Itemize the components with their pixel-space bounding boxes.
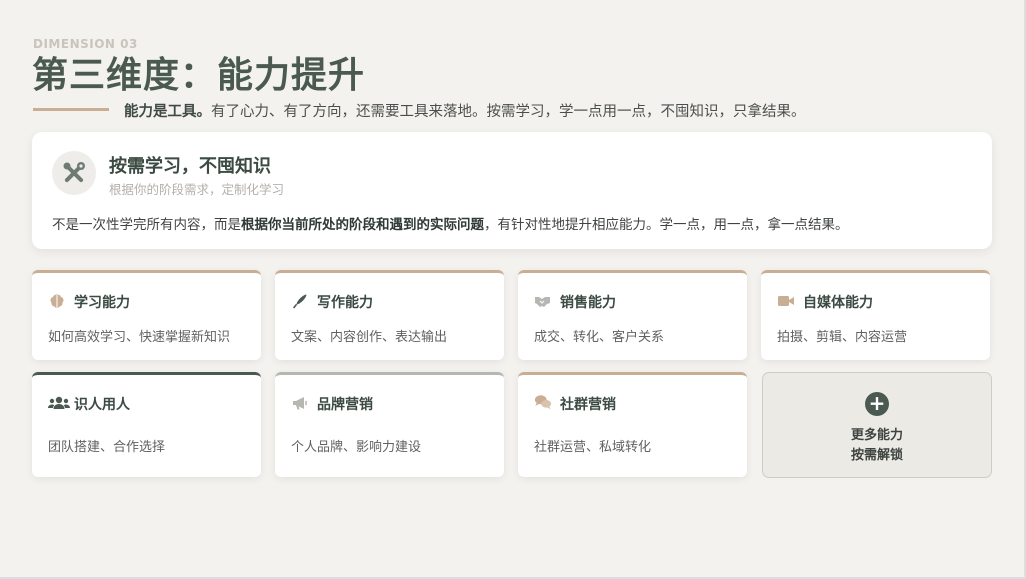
card-brand[interactable]: 品牌营销 个人品牌、影响力建设 — [275, 372, 504, 477]
page-title: 第三维度：能力提升 — [32, 55, 366, 96]
card-people[interactable]: 识人用人 团队搭建、合作选择 — [32, 372, 261, 477]
card-title: 写作能力 — [317, 295, 373, 311]
users-icon — [48, 394, 70, 412]
card-description: 文案、内容创作、表达输出 — [291, 330, 448, 345]
card-self-media[interactable]: 自媒体能力 拍摄、剪辑、内容运营 — [761, 270, 990, 360]
title-accent-rule — [33, 108, 109, 111]
lead-rest: 有了心力、有了方向，还需要工具来落地。按需学习，学一点用一点，不囤知识，只拿结果… — [211, 104, 806, 120]
card-title: 学习能力 — [74, 295, 130, 311]
card-description: 个人品牌、影响力建设 — [291, 440, 422, 455]
card-community[interactable]: 社群营销 社群运营、私域转化 — [518, 372, 747, 477]
more-line-1: 更多能力 — [850, 428, 903, 443]
card-title: 识人用人 — [74, 397, 130, 413]
brain-icon — [48, 292, 66, 310]
hero-body-part-1: 不是一次性学完所有内容，而是 — [52, 217, 241, 233]
card-title: 社群营销 — [560, 397, 616, 413]
lead-text: 能力是工具。有了心力、有了方向，还需要工具来落地。按需学习，学一点用一点，不囤知… — [124, 100, 806, 121]
hero-card: 按需学习，不囤知识 根据你的阶段需求，定制化学习 不是一次性学完所有内容，而是根… — [32, 132, 992, 249]
card-description: 成交、转化、客户关系 — [534, 330, 665, 345]
card-title: 销售能力 — [560, 295, 616, 311]
card-description: 拍摄、剪辑、内容运营 — [777, 330, 908, 345]
card-title: 品牌营销 — [317, 397, 373, 413]
plus-icon: + — [865, 392, 889, 416]
more-line-2: 按需解锁 — [850, 448, 903, 463]
card-title: 自媒体能力 — [803, 295, 873, 311]
tools-icon — [52, 151, 96, 195]
hero-body-bold: 根据你当前所处的阶段和遇到的实际问题 — [241, 217, 484, 233]
card-description: 社群运营、私域转化 — [534, 440, 652, 455]
hero-body: 不是一次性学完所有内容，而是根据你当前所处的阶段和遇到的实际问题，有针对性地提升… — [52, 213, 849, 233]
lead-bold: 能力是工具。 — [124, 104, 211, 120]
more-abilities-card[interactable]: + 更多能力 按需解锁 — [762, 372, 992, 478]
hero-title: 按需学习，不囤知识 — [109, 156, 271, 177]
hero-body-part-2: ，有针对性地提升相应能力。学一点，用一点，拿一点结果。 — [484, 217, 849, 233]
card-learning[interactable]: 学习能力 如何高效学习、快速掌握新知识 — [32, 270, 261, 360]
card-sales[interactable]: 销售能力 成交、转化、客户关系 — [518, 270, 747, 360]
comments-icon — [534, 393, 552, 411]
handshake-icon — [534, 292, 552, 310]
card-description: 如何高效学习、快速掌握新知识 — [48, 330, 231, 345]
hero-subtitle: 根据你的阶段需求，定制化学习 — [109, 182, 285, 197]
card-writing[interactable]: 写作能力 文案、内容创作、表达输出 — [275, 270, 504, 360]
megaphone-icon — [291, 394, 309, 412]
card-description: 团队搭建、合作选择 — [48, 440, 166, 455]
video-camera-icon — [777, 292, 795, 310]
pen-icon — [291, 292, 309, 310]
